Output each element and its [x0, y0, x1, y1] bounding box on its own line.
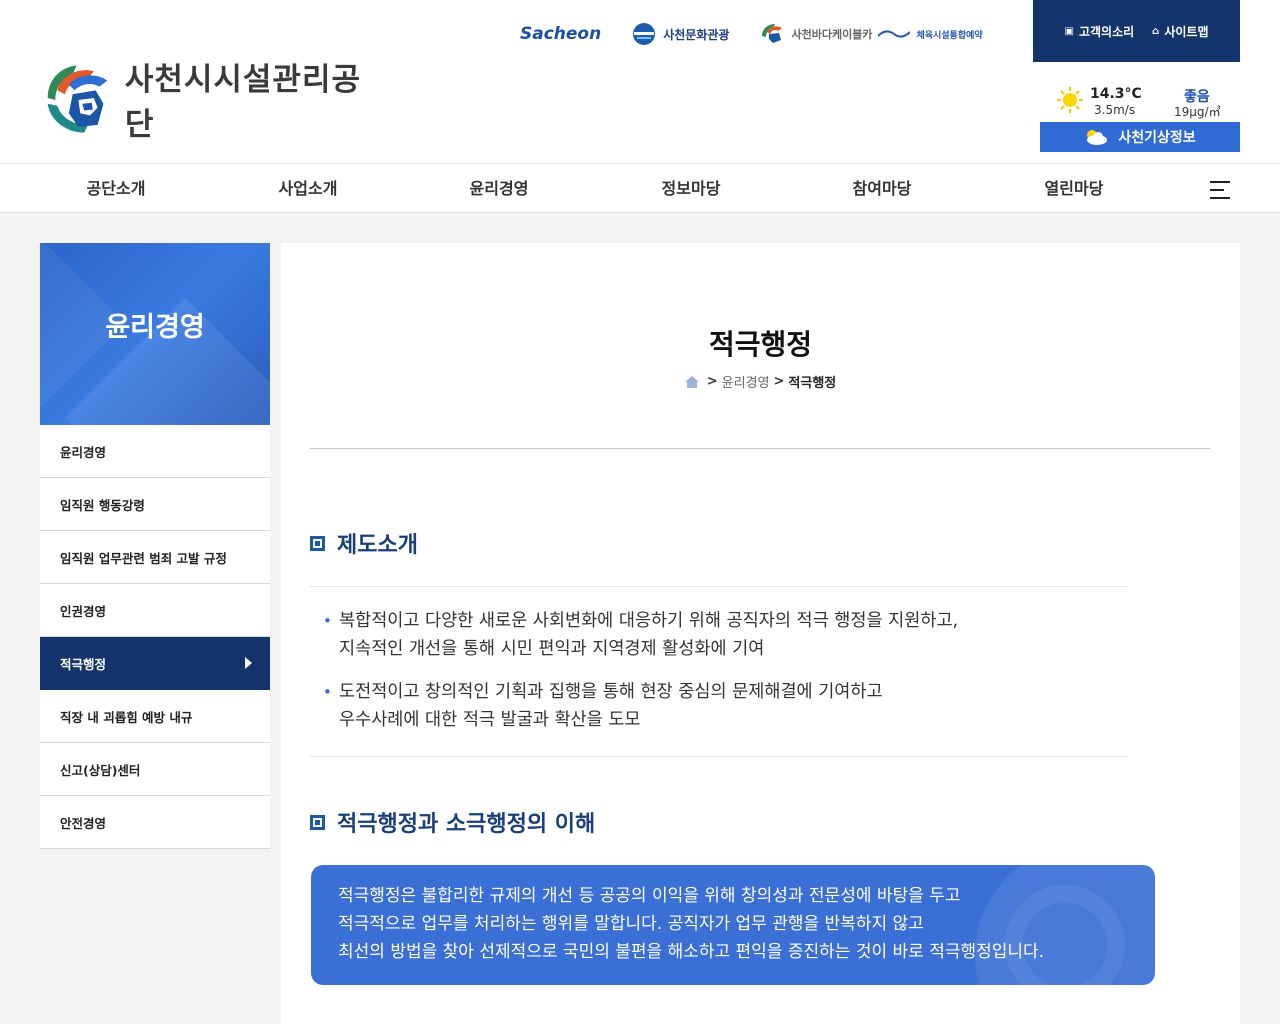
- cloud-icon: [1087, 130, 1108, 145]
- side-item-report-center[interactable]: 신고(상담)센터: [40, 743, 270, 796]
- gnb-item-about[interactable]: 공단소개: [46, 164, 186, 214]
- gnb-item-info[interactable]: 정보마당: [621, 164, 761, 214]
- bullet-line: 복합적이고 다양한 새로운 사회변화에 대응하기 위해 공직자의 적극 행정을 …: [339, 611, 959, 631]
- side-title: 윤리경영: [105, 311, 205, 343]
- bullet-line: 지속적인 개선을 통해 시민 편익과 지역경제 활성화에 기여: [339, 639, 765, 659]
- section-heading-text: 적극행정과 소극행정의 이해: [337, 812, 596, 837]
- side-item-safety[interactable]: 안전경영: [40, 796, 270, 849]
- wave-icon: [878, 30, 911, 38]
- breadcrumb: > 윤리경영 > 적극행정: [281, 372, 1240, 391]
- side-item-label: 인권경영: [60, 603, 107, 619]
- side-item-label: 신고(상담)센터: [60, 762, 141, 778]
- side-item-code-of-conduct[interactable]: 임직원 행동강령: [40, 478, 270, 531]
- document-icon: ▣: [1064, 25, 1074, 37]
- side-menu: 윤리경영 임직원 행동강령 임직원 업무관련 범죄 고발 규정 인권경영 적극행…: [40, 425, 270, 849]
- side-navigation: 윤리경영 윤리경영 임직원 행동강령 임직원 업무관련 범죄 고발 규정 인권경…: [40, 243, 270, 849]
- side-item-label: 안전경영: [60, 815, 107, 831]
- bullet-line: 도전적이고 창의적인 기획과 집행을 통해 현장 중심의 문제해결에 기여하고: [339, 682, 883, 702]
- side-item-human-rights[interactable]: 인권경영: [40, 584, 270, 637]
- cablecar-logo-icon: [762, 24, 783, 43]
- side-item-crime-report-rule[interactable]: 임직원 업무관련 범죄 고발 규정: [40, 531, 270, 584]
- section-heading-text: 제도소개: [337, 533, 418, 558]
- partner-sports-label: 체육시설통합예약: [916, 30, 983, 41]
- breadcrumb-separator: >: [706, 374, 718, 389]
- weather-info-label: 사천기상정보: [1118, 130, 1196, 146]
- side-item-label: 적극행정: [60, 656, 107, 672]
- list-item: 도전적이고 창의적인 기획과 집행을 통해 현장 중심의 문제해결에 기여하고 …: [321, 678, 1121, 734]
- side-item-ethics[interactable]: 윤리경영: [40, 425, 270, 478]
- main-content: 적극행정 > 윤리경영 > 적극행정 제도소개 복합적이고 다양한 새로운 사회…: [281, 243, 1240, 1024]
- definition-line: 적극행정은 불합리한 규제의 개선 등 공공의 이익을 위해 창의성과 전문성에…: [338, 886, 961, 906]
- side-item-proactive-admin[interactable]: 적극행정: [40, 637, 270, 690]
- wind-value: 3.5m/s: [1094, 103, 1136, 117]
- side-header: 윤리경영: [40, 243, 270, 425]
- air-quality-value: 19μg/㎥: [1174, 105, 1221, 119]
- partner-cablecar-label: 사천바다케이블카: [791, 28, 873, 41]
- side-item-label: 임직원 업무관련 범죄 고발 규정: [60, 550, 227, 566]
- breadcrumb-parent[interactable]: 윤리경영: [722, 372, 770, 391]
- page-title: 적극행정: [708, 328, 813, 361]
- sitemap-label: 사이트맵: [1164, 24, 1209, 39]
- partner-culture-label: 사천문화관광: [663, 27, 730, 42]
- home-icon[interactable]: [684, 375, 699, 388]
- side-item-label: 임직원 행동강령: [60, 497, 145, 513]
- sitemap-link[interactable]: ⌂ 사이트맵: [1152, 23, 1208, 40]
- customer-voice-link[interactable]: ▣ 고객의소리: [1065, 23, 1135, 40]
- sun-icon: [1057, 87, 1083, 113]
- weather-widget: 14.3°C 3.5m/s 좋음 19μg/㎥: [1040, 84, 1240, 122]
- partner-culture-link[interactable]: 사천문화관광: [631, 22, 729, 46]
- gnb-item-open[interactable]: 열린마당: [1004, 164, 1144, 214]
- logo-mark-icon: [47, 65, 108, 133]
- gnb-item-participation[interactable]: 참여마당: [812, 164, 952, 214]
- gnb-item-ethics[interactable]: 윤리경영: [429, 164, 569, 214]
- section-heading-understanding: 적극행정과 소극행정의 이해: [310, 806, 595, 838]
- partner-sacheon-link[interactable]: Sacheon: [520, 24, 601, 44]
- bullet-line: 우수사례에 대한 적극 발굴과 확산을 도모: [339, 710, 641, 730]
- temperature-value: 14.3°C: [1090, 86, 1142, 102]
- square-bullet-icon: [310, 535, 325, 551]
- side-item-label: 직장 내 괴롭힘 예방 내규: [60, 709, 193, 725]
- side-item-label: 윤리경영: [60, 444, 107, 460]
- section-divider: [310, 586, 1128, 587]
- culture-logo-icon: [633, 23, 656, 45]
- customer-voice-label: 고객의소리: [1078, 24, 1135, 39]
- definition-line: 적극적으로 업무를 처리하는 행위를 말합니다. 공직자가 업무 관행을 반복하…: [338, 914, 924, 934]
- gnb-item-business[interactable]: 사업소개: [238, 164, 378, 214]
- utility-bar: ▣ 고객의소리 ⌂ 사이트맵: [1033, 0, 1240, 62]
- list-item: 복합적이고 다양한 새로운 사회변화에 대응하기 위해 공직자의 적극 행정을 …: [321, 607, 1121, 663]
- all-menu-icon[interactable]: [1210, 181, 1230, 199]
- partner-links: Sacheon 사천문화관광 사천바다케이블카 체육시설통합예약: [520, 14, 983, 54]
- arrow-right-icon: [245, 657, 252, 669]
- breadcrumb-current: 적극행정: [788, 376, 837, 391]
- main-navigation: 공단소개 사업소개 윤리경영 정보마당 참여마당 열린마당: [0, 163, 1280, 213]
- site-logo[interactable]: 사천시시설관리공단: [40, 60, 380, 143]
- title-divider: [310, 448, 1210, 449]
- partner-cablecar-link[interactable]: 사천바다케이블카 체육시설통합예약: [759, 22, 983, 46]
- site-header: 사천시시설관리공단 Sacheon 사천문화관광 사천바다케이블카 체육시설통합…: [0, 0, 1280, 163]
- section-divider: [310, 756, 1128, 757]
- intro-bullet-list: 복합적이고 다양한 새로운 사회변화에 대응하기 위해 공직자의 적극 행정을 …: [321, 607, 1121, 749]
- section-heading-intro: 제도소개: [310, 527, 418, 559]
- org-name: 사천시시설관리공단: [124, 62, 361, 143]
- definition-line: 최선의 방법을 찾아 선제적으로 국민의 불편을 해소하고 편익을 증진하는 것…: [338, 942, 1045, 962]
- side-item-harassment-prevention[interactable]: 직장 내 괴롭힘 예방 내규: [40, 690, 270, 743]
- square-bullet-icon: [310, 814, 325, 830]
- definition-box: 적극행정은 불합리한 규제의 개선 등 공공의 이익을 위해 창의성과 전문성에…: [311, 865, 1155, 985]
- home-small-icon: ⌂: [1152, 25, 1160, 37]
- breadcrumb-separator: >: [773, 374, 785, 389]
- weather-info-button[interactable]: 사천기상정보: [1040, 122, 1240, 152]
- partner-sacheon-label: Sacheon: [520, 24, 602, 44]
